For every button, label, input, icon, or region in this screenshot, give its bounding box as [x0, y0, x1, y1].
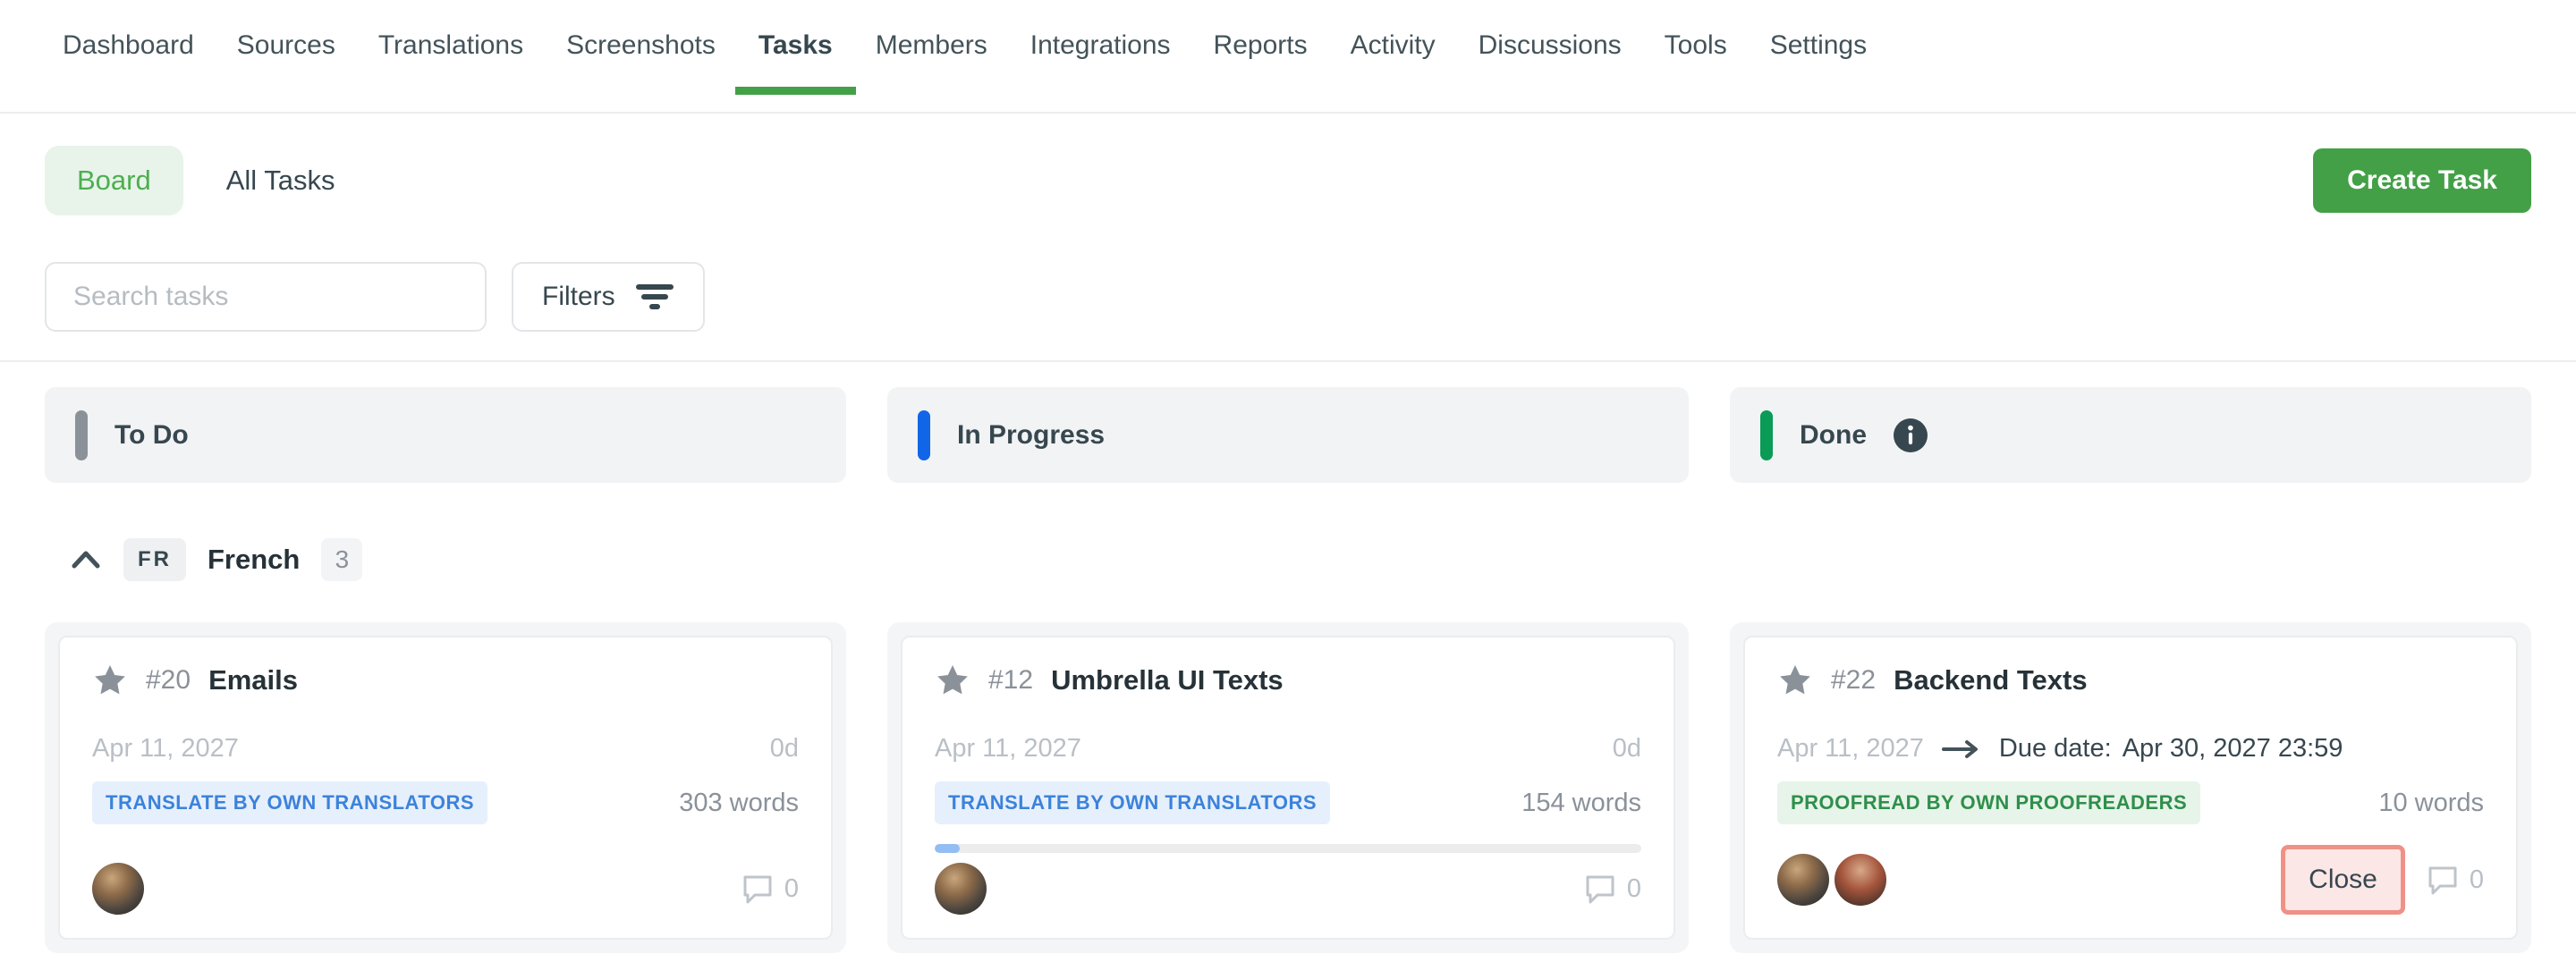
- nav-activity[interactable]: Activity: [1351, 30, 1436, 95]
- word-count: 303 words: [679, 789, 799, 818]
- task-title: Umbrella UI Texts: [1051, 664, 1284, 696]
- star-icon[interactable]: [92, 663, 128, 698]
- comment-count: 0: [2470, 865, 2484, 895]
- avatar: [935, 863, 987, 915]
- task-age: 0d: [770, 734, 799, 764]
- done-label: Done: [1800, 420, 1867, 451]
- avatar: [1835, 854, 1886, 906]
- nav-integrations[interactable]: Integrations: [1030, 30, 1171, 95]
- card-footer: 0: [935, 863, 1641, 915]
- arrow-right-icon: [1942, 738, 1981, 760]
- word-count: 154 words: [1521, 789, 1641, 818]
- language-group-header: FR French 3: [70, 536, 2531, 583]
- word-count: 10 words: [2378, 789, 2484, 818]
- task-count-badge: 3: [321, 538, 362, 581]
- avatar: [92, 863, 144, 915]
- in-progress-label: In Progress: [957, 420, 1105, 451]
- card-title-row: #22 Backend Texts: [1777, 663, 2484, 698]
- task-id: #12: [988, 665, 1033, 696]
- start-date: Apr 11, 2027: [92, 734, 239, 764]
- card-title-row: #12 Umbrella UI Texts: [935, 663, 1641, 698]
- chevron-up-icon[interactable]: [70, 548, 102, 571]
- done-lane: #22 Backend Texts Apr 11, 2027 Due date:…: [1730, 622, 2531, 953]
- card-date-row: Apr 11, 2027 0d: [935, 734, 1641, 764]
- view-toolbar: Board All Tasks Create Task: [45, 146, 2531, 215]
- comment-count: 0: [1627, 874, 1641, 904]
- task-title: Backend Texts: [1894, 664, 2088, 696]
- close-task-button[interactable]: Close: [2281, 845, 2405, 915]
- due-date-value: Apr 30, 2027 23:59: [2123, 734, 2343, 764]
- progress-bar: [935, 844, 1641, 853]
- tab-all-tasks[interactable]: All Tasks: [226, 165, 335, 197]
- info-icon[interactable]: [1894, 418, 1928, 452]
- nav-tasks[interactable]: Tasks: [758, 30, 833, 95]
- card-date-row: Apr 11, 2027 Due date: Apr 30, 2027 23:5…: [1777, 734, 2484, 764]
- task-type-badge: PROOFREAD BY OWN PROOFREADERS: [1777, 781, 2200, 824]
- filters-label: Filters: [542, 282, 615, 312]
- task-id: #20: [146, 665, 191, 696]
- task-age: 0d: [1613, 734, 1641, 764]
- create-task-button[interactable]: Create Task: [2313, 148, 2531, 213]
- nav-sources[interactable]: Sources: [237, 30, 335, 95]
- language-code-badge: FR: [123, 538, 186, 581]
- star-icon[interactable]: [935, 663, 970, 698]
- filter-icon: [635, 280, 674, 314]
- language-name: French: [208, 544, 300, 576]
- todo-label: To Do: [114, 420, 189, 451]
- filters-button[interactable]: Filters: [512, 262, 705, 332]
- task-title: Emails: [208, 664, 298, 696]
- column-headers: To Do In Progress Done: [0, 362, 2576, 483]
- comments-control[interactable]: 0: [2427, 865, 2484, 895]
- card-footer: Close 0: [1777, 845, 2484, 915]
- card-badge-row: TRANSLATE BY OWN TRANSLATORS 154 words: [935, 781, 1641, 824]
- comment-icon: [2427, 865, 2459, 895]
- column-done: Done: [1730, 387, 2531, 483]
- top-nav: Dashboard Sources Translations Screensho…: [0, 0, 2576, 114]
- nav-tools[interactable]: Tools: [1665, 30, 1727, 95]
- assignee-avatars: [92, 863, 144, 915]
- filter-toolbar: Filters: [45, 262, 2531, 332]
- comment-icon: [741, 874, 774, 904]
- card-badge-row: TRANSLATE BY OWN TRANSLATORS 303 words: [92, 781, 799, 824]
- task-id: #22: [1831, 665, 1876, 696]
- nav-dashboard[interactable]: Dashboard: [63, 30, 194, 95]
- comments-control[interactable]: 0: [741, 874, 799, 904]
- comment-count: 0: [784, 874, 799, 904]
- assignee-avatars: [935, 863, 987, 915]
- nav-translations[interactable]: Translations: [378, 30, 523, 95]
- done-color-bar: [1760, 410, 1773, 460]
- task-type-badge: TRANSLATE BY OWN TRANSLATORS: [935, 781, 1330, 824]
- assignee-avatars: [1777, 854, 1886, 906]
- star-icon[interactable]: [1777, 663, 1813, 698]
- card-date-row: Apr 11, 2027 0d: [92, 734, 799, 764]
- task-card-umbrella-ui-texts[interactable]: #12 Umbrella UI Texts Apr 11, 2027 0d TR…: [901, 636, 1675, 940]
- board-lanes: #20 Emails Apr 11, 2027 0d TRANSLATE BY …: [0, 622, 2576, 953]
- task-card-backend-texts[interactable]: #22 Backend Texts Apr 11, 2027 Due date:…: [1743, 636, 2518, 940]
- start-date: Apr 11, 2027: [935, 734, 1081, 764]
- column-in-progress: In Progress: [887, 387, 1689, 483]
- task-card-emails[interactable]: #20 Emails Apr 11, 2027 0d TRANSLATE BY …: [58, 636, 833, 940]
- search-input[interactable]: [45, 262, 487, 332]
- card-footer: 0: [92, 863, 799, 915]
- todo-color-bar: [75, 410, 88, 460]
- nav-screenshots[interactable]: Screenshots: [566, 30, 716, 95]
- nav-members[interactable]: Members: [876, 30, 987, 95]
- card-badge-row: PROOFREAD BY OWN PROOFREADERS 10 words: [1777, 781, 2484, 824]
- task-type-badge: TRANSLATE BY OWN TRANSLATORS: [92, 781, 487, 824]
- start-date: Apr 11, 2027: [1777, 734, 1924, 764]
- comments-control[interactable]: 0: [1584, 874, 1641, 904]
- nav-reports[interactable]: Reports: [1214, 30, 1308, 95]
- todo-lane: #20 Emails Apr 11, 2027 0d TRANSLATE BY …: [45, 622, 846, 953]
- tab-board[interactable]: Board: [45, 146, 183, 215]
- card-title-row: #20 Emails: [92, 663, 799, 698]
- due-date-label: Due date:: [1999, 734, 2112, 764]
- in-progress-color-bar: [918, 410, 930, 460]
- column-todo: To Do: [45, 387, 846, 483]
- avatar: [1777, 854, 1829, 906]
- in-progress-lane: #12 Umbrella UI Texts Apr 11, 2027 0d TR…: [887, 622, 1689, 953]
- nav-discussions[interactable]: Discussions: [1479, 30, 1622, 95]
- comment-icon: [1584, 874, 1616, 904]
- progress-fill: [935, 844, 960, 853]
- nav-settings[interactable]: Settings: [1770, 30, 1867, 95]
